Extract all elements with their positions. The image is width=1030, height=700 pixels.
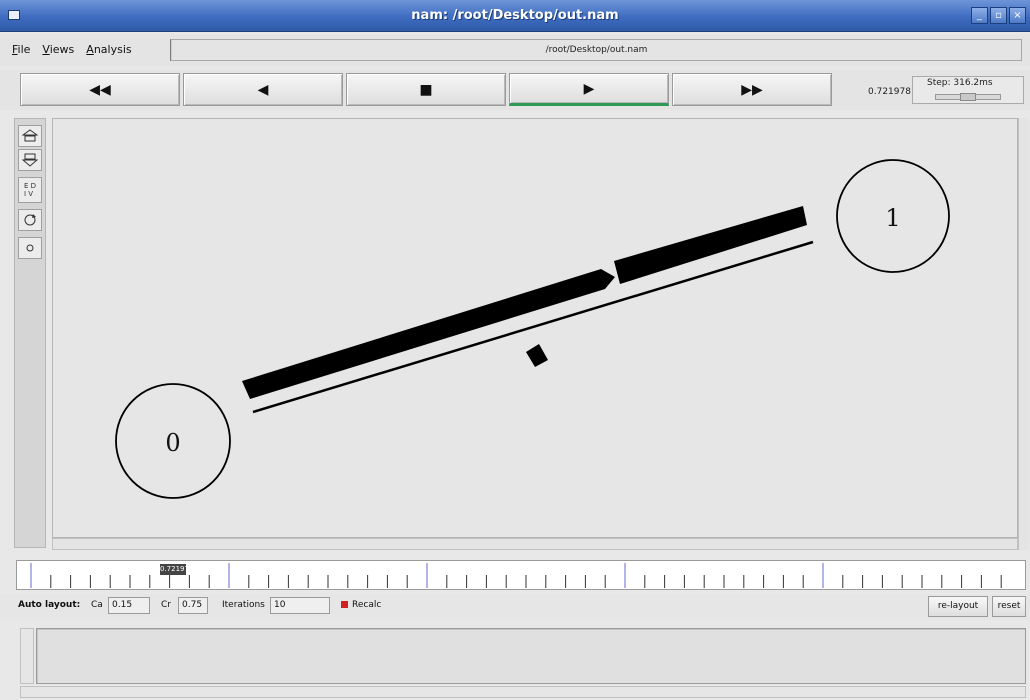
play-button[interactable]: ▶ — [509, 73, 669, 106]
fast-forward-button[interactable]: ▶▶ — [672, 73, 832, 106]
stop-button[interactable]: ■ — [346, 73, 506, 106]
relayout-button[interactable]: re-layout — [928, 596, 988, 617]
step-control: Step: 316.2ms — [912, 76, 1024, 104]
auto-layout-label: Auto layout: — [18, 600, 81, 610]
step-label: Step: 316.2ms — [927, 78, 993, 88]
zoom-in-icon — [22, 129, 38, 142]
left-toolbar: E DI V — [14, 118, 46, 548]
node-1-label: 1 — [885, 204, 900, 232]
ca-label: Ca — [91, 600, 103, 610]
bottom-scrollbar[interactable] — [20, 686, 1026, 698]
layout-bar: Auto layout: Ca 0.15 Cr 0.75 Iterations … — [0, 594, 1030, 620]
minimize-icon[interactable]: _ — [971, 7, 988, 24]
cr-input[interactable]: 0.75 — [178, 597, 208, 614]
fast-forward-icon: ▶▶ — [741, 81, 763, 98]
duplex-link[interactable] — [252, 240, 814, 414]
zoom-in-button[interactable] — [18, 125, 42, 147]
zoom-out-icon — [22, 153, 38, 167]
menu-list: File Views Analysis — [12, 43, 132, 56]
menu-file[interactable]: File — [12, 43, 30, 56]
node-0[interactable]: 0 — [115, 383, 231, 499]
annotation-scrollbar[interactable] — [20, 628, 34, 684]
network-diagram: 0 1 — [115, 159, 950, 499]
transport-bar: ◀◀ ◀ ■ ▶ ▶▶ 0.721978 Step: 316.2ms — [0, 70, 1030, 110]
dropped-packet[interactable] — [526, 344, 548, 367]
time-slider[interactable]: 0.721978 — [16, 560, 1026, 590]
cr-label: Cr — [161, 600, 171, 610]
close-icon[interactable]: × — [1009, 7, 1026, 24]
step-slider[interactable] — [935, 93, 1001, 101]
step-slider-knob[interactable] — [960, 93, 976, 101]
iterations-input[interactable]: 10 — [270, 597, 330, 614]
ca-input[interactable]: 0.15 — [108, 597, 150, 614]
reset-button[interactable]: reset — [992, 596, 1026, 617]
rewind-icon: ◀◀ — [89, 81, 111, 98]
file-path-label: /root/Desktop/out.nam — [170, 39, 1022, 61]
center-button[interactable] — [18, 237, 42, 259]
time-slider-thumb[interactable]: 0.721978 — [160, 564, 193, 575]
center-icon — [26, 244, 34, 252]
recalc-checkbox[interactable] — [341, 601, 348, 608]
time-readout: 0.721978 — [868, 87, 911, 97]
canvas-vertical-scrollbar[interactable] — [1018, 118, 1029, 550]
step-back-button[interactable]: ◀ — [183, 73, 343, 106]
menu-views[interactable]: Views — [42, 43, 74, 56]
window-controls: _ ▫ × — [971, 7, 1026, 24]
menu-analysis[interactable]: Analysis — [86, 43, 131, 56]
edit-view-button[interactable]: E DI V — [18, 177, 42, 203]
rotate-button[interactable] — [18, 209, 42, 231]
play-icon: ▶ — [583, 80, 595, 97]
packet-stream-long[interactable] — [242, 269, 615, 399]
window-title: nam: /root/Desktop/out.nam — [411, 8, 619, 23]
node-0-label: 0 — [165, 429, 180, 457]
annotation-panel[interactable] — [36, 628, 1026, 684]
step-back-icon: ◀ — [257, 81, 269, 98]
iterations-label: Iterations — [222, 600, 265, 610]
stop-icon: ■ — [419, 81, 433, 98]
network-canvas[interactable]: 0 1 — [52, 118, 1018, 538]
rotate-icon — [24, 214, 36, 226]
maximize-icon[interactable]: ▫ — [990, 7, 1007, 24]
canvas-horizontal-scrollbar[interactable] — [52, 538, 1018, 550]
menu-bar: File Views Analysis /root/Desktop/out.na… — [0, 34, 1030, 66]
title-bar: nam: /root/Desktop/out.nam _ ▫ × — [0, 0, 1030, 32]
zoom-out-button[interactable] — [18, 149, 42, 171]
edit-view-icon: E DI V — [23, 182, 37, 198]
rewind-button[interactable]: ◀◀ — [20, 73, 180, 106]
node-1[interactable]: 1 — [836, 159, 950, 273]
recalc-label: Recalc — [352, 600, 382, 610]
